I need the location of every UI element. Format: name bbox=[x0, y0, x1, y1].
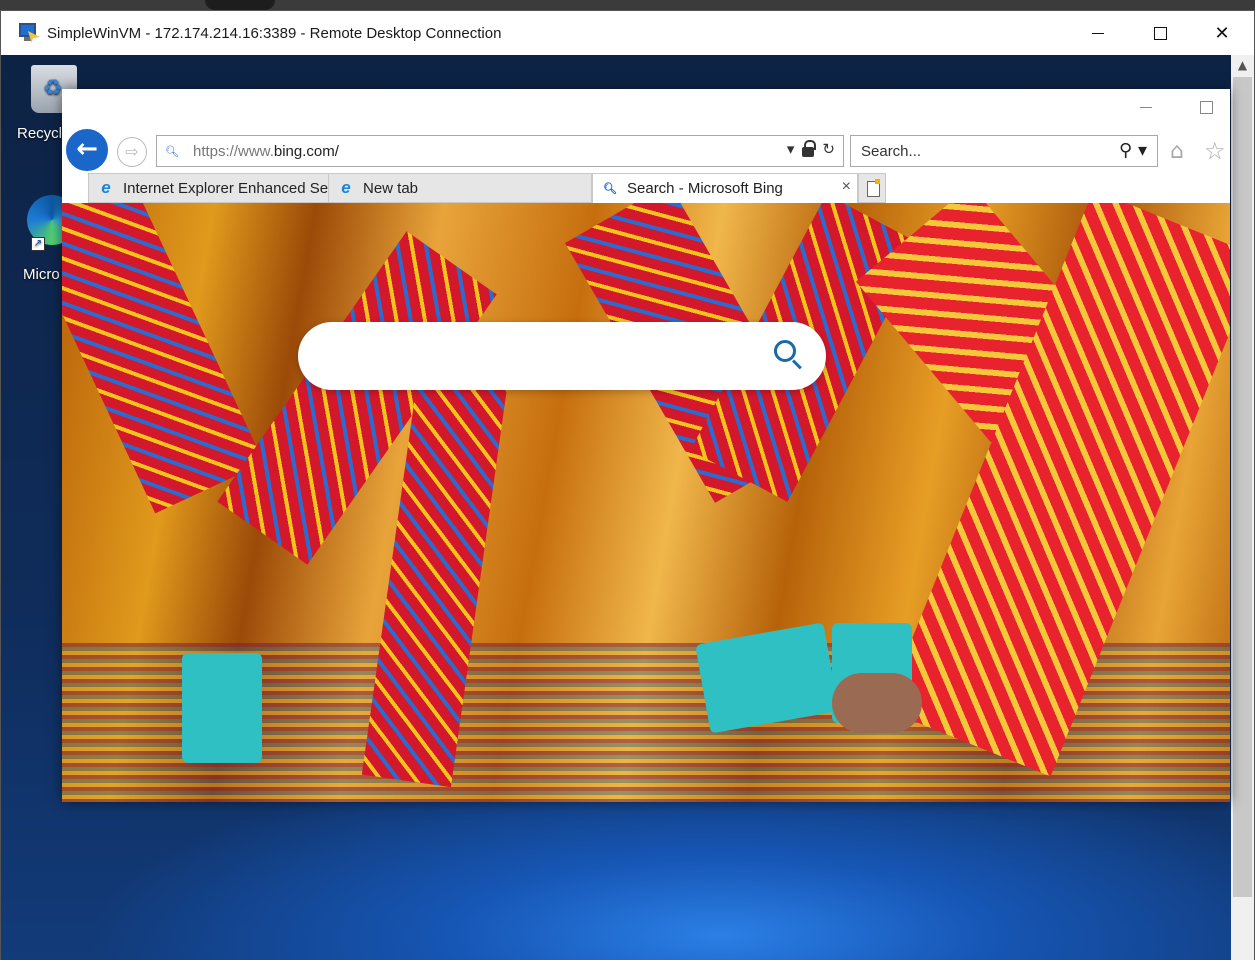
rdp-title-bar[interactable]: SimpleWinVM - 172.174.214.16:3389 - Remo… bbox=[1, 11, 1254, 55]
host-tab-pill bbox=[205, 0, 275, 10]
tab-bing-search[interactable]: 🔍︎ Search - Microsoft Bing × bbox=[592, 173, 858, 203]
ie-icon: e bbox=[341, 178, 351, 197]
bing-search-box bbox=[298, 322, 826, 390]
favorites-star-icon[interactable]: ☆ bbox=[1204, 137, 1226, 165]
background-photo-detail bbox=[62, 203, 264, 514]
tab-label: Internet Explorer Enhanced Sec... bbox=[123, 179, 349, 197]
back-arrow-icon: ← bbox=[76, 134, 98, 164]
back-button[interactable]: ← bbox=[64, 127, 110, 173]
home-icon[interactable]: ⌂ bbox=[1170, 139, 1184, 164]
host-top-strip bbox=[0, 0, 1255, 10]
forward-arrow-icon: ⇨ bbox=[125, 142, 139, 161]
close-icon: ✕ bbox=[1214, 22, 1230, 44]
tab-label: Search - Microsoft Bing bbox=[627, 180, 783, 197]
lock-icon[interactable] bbox=[802, 140, 817, 157]
address-url[interactable]: https://www.bing.com/ bbox=[193, 143, 339, 160]
minimize-button[interactable] bbox=[1067, 11, 1129, 55]
dropdown-arrow-icon[interactable]: ▾ bbox=[787, 140, 795, 158]
bing-search-input[interactable] bbox=[328, 340, 748, 372]
ie-search-box[interactable]: Search... ⚲ ▾ bbox=[850, 135, 1158, 167]
shortcut-arrow-icon: ↗ bbox=[31, 237, 45, 251]
background-photo-detail bbox=[182, 653, 262, 763]
maximize-button[interactable] bbox=[1129, 11, 1191, 55]
forward-button[interactable]: ⇨ bbox=[117, 137, 147, 167]
rdp-title-text: SimpleWinVM - 172.174.214.16:3389 - Remo… bbox=[47, 24, 502, 42]
minimize-icon bbox=[1092, 32, 1104, 34]
tab-new-tab[interactable]: e New tab bbox=[328, 173, 592, 203]
background-photo-detail bbox=[832, 673, 922, 733]
ie-window-controls bbox=[1140, 91, 1230, 125]
new-tab-button[interactable] bbox=[858, 173, 886, 203]
search-go-icon[interactable]: ⚲ ▾ bbox=[1119, 140, 1147, 161]
close-tab-icon[interactable]: × bbox=[842, 178, 851, 196]
scroll-up-icon[interactable]: ▲ bbox=[1231, 55, 1254, 75]
remote-desktop-icon bbox=[19, 22, 41, 44]
search-placeholder: Search... bbox=[861, 142, 922, 160]
refresh-icon[interactable]: ↻ bbox=[822, 140, 835, 158]
ie-icon: e bbox=[101, 178, 111, 197]
address-bar-actions: ▾ ↻ bbox=[787, 140, 835, 158]
background-photo-detail bbox=[695, 622, 839, 734]
ie-window: ← ⇨ 🔍︎ https://www.bing.com/ ▾ ↻ Search.… bbox=[62, 89, 1230, 802]
ie-tab-strip: e Internet Explorer Enhanced Sec... e Ne… bbox=[62, 173, 1230, 203]
close-button[interactable]: ✕ bbox=[1191, 11, 1253, 55]
tab-label: New tab bbox=[363, 179, 419, 197]
tab-ie-enhanced-security[interactable]: e Internet Explorer Enhanced Sec... bbox=[88, 173, 354, 203]
scrollbar-thumb[interactable] bbox=[1233, 77, 1252, 897]
ie-maximize-button[interactable] bbox=[1200, 101, 1213, 114]
bing-homepage bbox=[62, 203, 1230, 802]
address-bar[interactable]: 🔍︎ https://www.bing.com/ ▾ ↻ bbox=[156, 135, 844, 167]
magnifier-icon bbox=[774, 340, 796, 362]
maximize-icon bbox=[1153, 26, 1167, 40]
bing-search-button[interactable] bbox=[770, 338, 806, 374]
ie-navigation-bar: ← ⇨ 🔍︎ https://www.bing.com/ ▾ ↻ Search.… bbox=[62, 123, 1230, 173]
rdp-vertical-scrollbar[interactable]: ▲ bbox=[1231, 55, 1254, 960]
search-icon: 🔍︎ bbox=[603, 182, 617, 195]
search-icon: 🔍︎ bbox=[165, 144, 179, 158]
ie-minimize-button[interactable] bbox=[1140, 107, 1152, 108]
